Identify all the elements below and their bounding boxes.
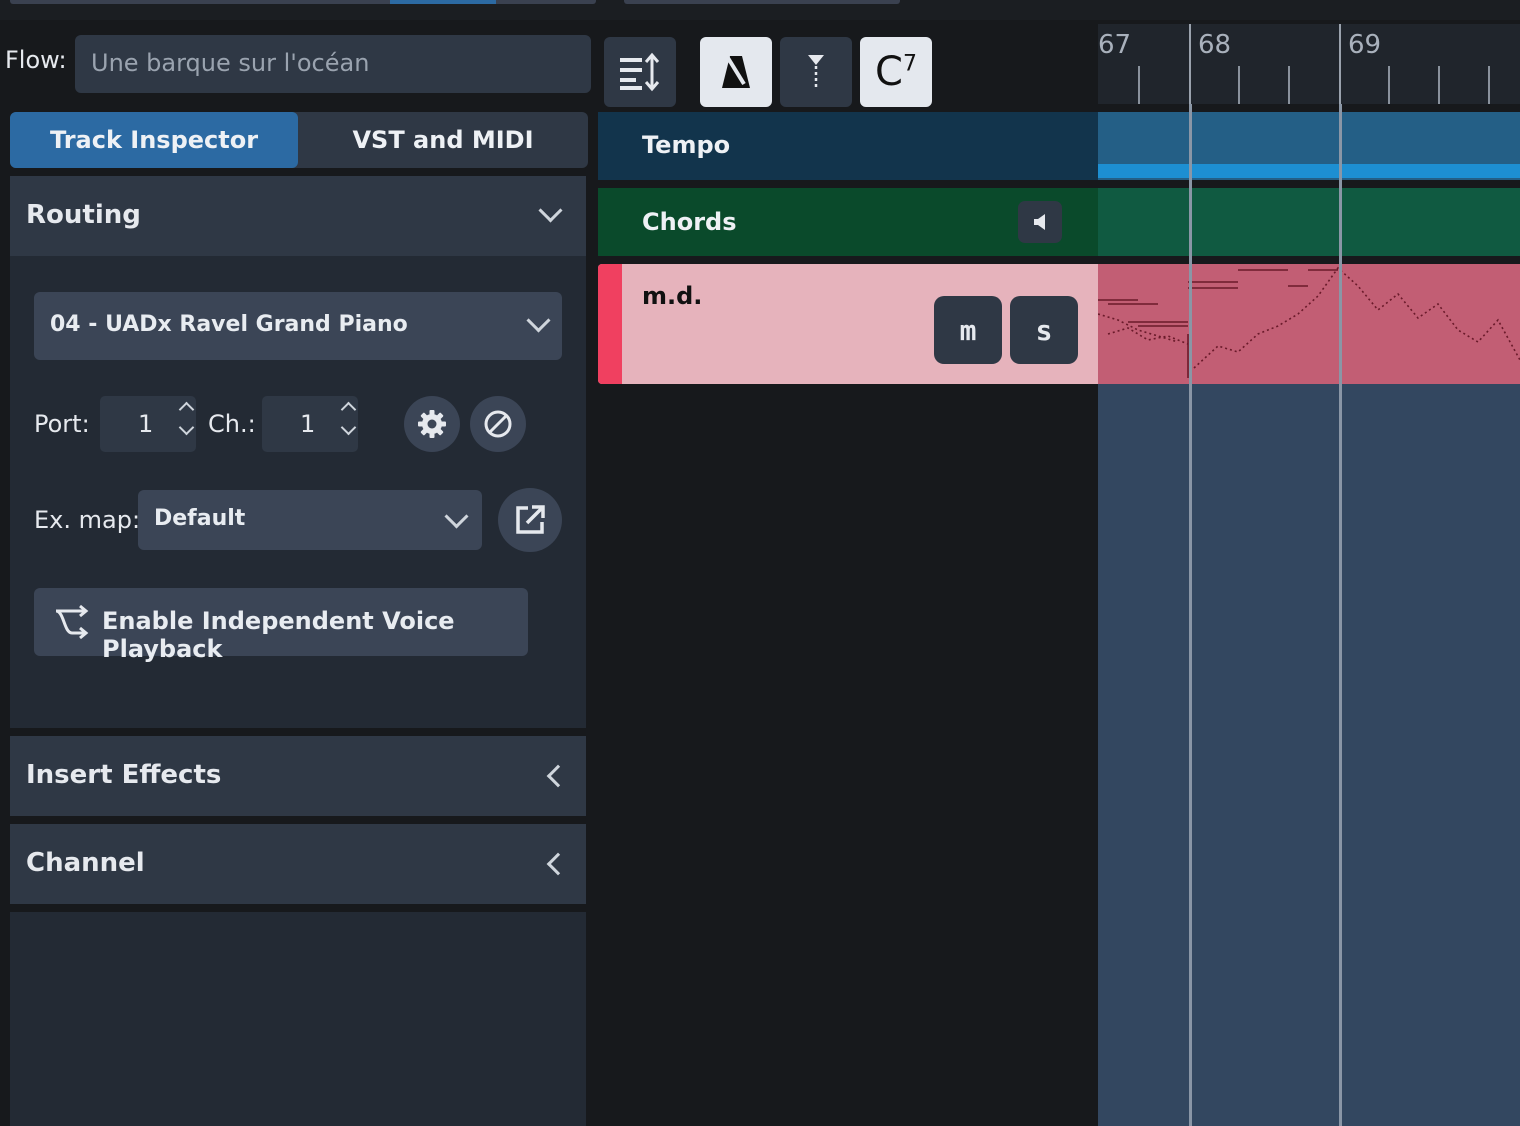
bar-number: 68: [1198, 30, 1232, 60]
lane-gap: [1098, 104, 1520, 112]
track-color-stripe: [598, 264, 622, 384]
port-stepper[interactable]: 1: [100, 396, 196, 452]
channel-title: Channel: [26, 848, 145, 878]
top-scrollbar-strip: [0, 0, 1520, 20]
tempo-track-name: Tempo: [642, 131, 731, 159]
channel-value: 1: [300, 410, 316, 438]
beat-tick: [1288, 66, 1290, 104]
chevron-down-icon: [526, 308, 551, 333]
beat-tick: [1138, 66, 1140, 104]
tab-track-inspector[interactable]: Track Inspector: [10, 112, 298, 168]
chevron-left-icon: [546, 764, 570, 788]
output-device-value: 04 - UADx Ravel Grand Piano: [50, 312, 408, 337]
instrument-track-name: m.d.: [642, 282, 703, 310]
flow-select[interactable]: Une barque sur l'océan: [75, 35, 652, 93]
chevron-up-icon[interactable]: [178, 401, 195, 418]
disable-device-button[interactable]: [470, 396, 526, 452]
chevron-up-icon[interactable]: [340, 401, 357, 418]
routing-section-header[interactable]: Routing: [10, 176, 586, 256]
bar-tick: [1339, 24, 1341, 104]
lane-gap: [1098, 180, 1520, 188]
ivp-label: Enable Independent Voice Playback: [102, 607, 455, 663]
insert-effects-section-header[interactable]: Insert Effects: [10, 736, 586, 816]
tab-vst-and-midi[interactable]: VST and MIDI: [298, 112, 588, 168]
expression-map-value: Default: [154, 506, 246, 531]
mute-icon: m: [959, 313, 977, 347]
exmap-label: Ex. map:: [34, 506, 141, 534]
chords-audition-button[interactable]: [1018, 201, 1062, 243]
tempo-marker-button[interactable]: [780, 37, 852, 107]
instrument-lane[interactable]: [1098, 264, 1520, 384]
enable-independent-voice-playback-button[interactable]: Enable Independent Voice Playback: [34, 588, 528, 663]
bar-tick: [1189, 24, 1191, 104]
bar-number: 69: [1348, 30, 1382, 60]
chords-track-header[interactable]: Chords: [598, 188, 1098, 256]
voice-split-icon: [55, 604, 89, 640]
channel-label: Ch.:: [208, 410, 256, 438]
beat-tick: [1238, 66, 1240, 104]
panel-scrollbar[interactable]: [10, 0, 596, 4]
insert-effects-title: Insert Effects: [26, 760, 222, 790]
solo-icon: s: [1035, 313, 1053, 347]
track-timeline[interactable]: [1098, 104, 1520, 1126]
bar-line: [1189, 104, 1192, 1126]
chevron-down-icon: [538, 198, 563, 223]
toolbar-spacer: [940, 24, 1098, 104]
inspector-tabs: Track Inspector VST and MIDI: [10, 112, 588, 168]
channel-section-header[interactable]: Channel: [10, 824, 586, 904]
open-expression-map-button[interactable]: [498, 488, 562, 552]
flow-select-value: Une barque sur l'océan: [91, 49, 370, 77]
inspector-empty-area: [10, 912, 586, 1126]
chord-symbol-icon: C7: [875, 49, 917, 95]
chevron-down-icon[interactable]: [178, 419, 195, 436]
solo-button[interactable]: s: [1010, 296, 1078, 364]
routing-title: Routing: [26, 200, 141, 230]
tempo-marker-icon: [808, 55, 824, 90]
flow-label: Flow:: [5, 46, 67, 74]
scrollbar-thumb[interactable]: [390, 0, 496, 4]
beat-tick: [1488, 66, 1490, 104]
chevron-left-icon: [546, 852, 570, 876]
tempo-curve: [1098, 164, 1520, 178]
port-value: 1: [138, 410, 154, 438]
midi-notes: [1098, 266, 1520, 378]
beat-tick: [1438, 66, 1440, 104]
beat-tick: [1388, 66, 1390, 104]
mute-button[interactable]: m: [934, 296, 1002, 364]
chevron-down-icon[interactable]: [340, 419, 357, 436]
track-height-icon: [620, 52, 660, 92]
not-allowed-icon: [484, 410, 512, 438]
toolbar-scrollbar[interactable]: [624, 0, 900, 4]
chord-symbols-button[interactable]: C7: [860, 37, 932, 107]
port-label: Port:: [34, 410, 90, 438]
bar-line: [1339, 104, 1342, 1126]
bar-number: 67: [1098, 30, 1132, 60]
instrument-track-header[interactable]: m.d. m s: [598, 264, 1098, 384]
tempo-track-header[interactable]: Tempo: [598, 112, 1098, 180]
expression-map-select[interactable]: Default: [138, 490, 482, 550]
chords-track-name: Chords: [642, 208, 737, 236]
device-settings-button[interactable]: [404, 396, 460, 452]
output-device-select[interactable]: 04 - UADx Ravel Grand Piano: [34, 292, 562, 360]
chords-lane[interactable]: [1098, 188, 1520, 256]
metronome-button[interactable]: [700, 37, 772, 107]
lane-gap: [1098, 256, 1520, 264]
timeline-ruler[interactable]: 67 68 69: [1098, 24, 1520, 104]
gear-icon: [418, 410, 446, 438]
metronome-icon: [722, 56, 750, 88]
speaker-icon: [1034, 214, 1045, 230]
external-link-icon: [516, 505, 545, 534]
channel-stepper[interactable]: 1: [262, 396, 358, 452]
chevron-down-icon: [444, 504, 469, 529]
track-height-button[interactable]: [604, 37, 676, 107]
